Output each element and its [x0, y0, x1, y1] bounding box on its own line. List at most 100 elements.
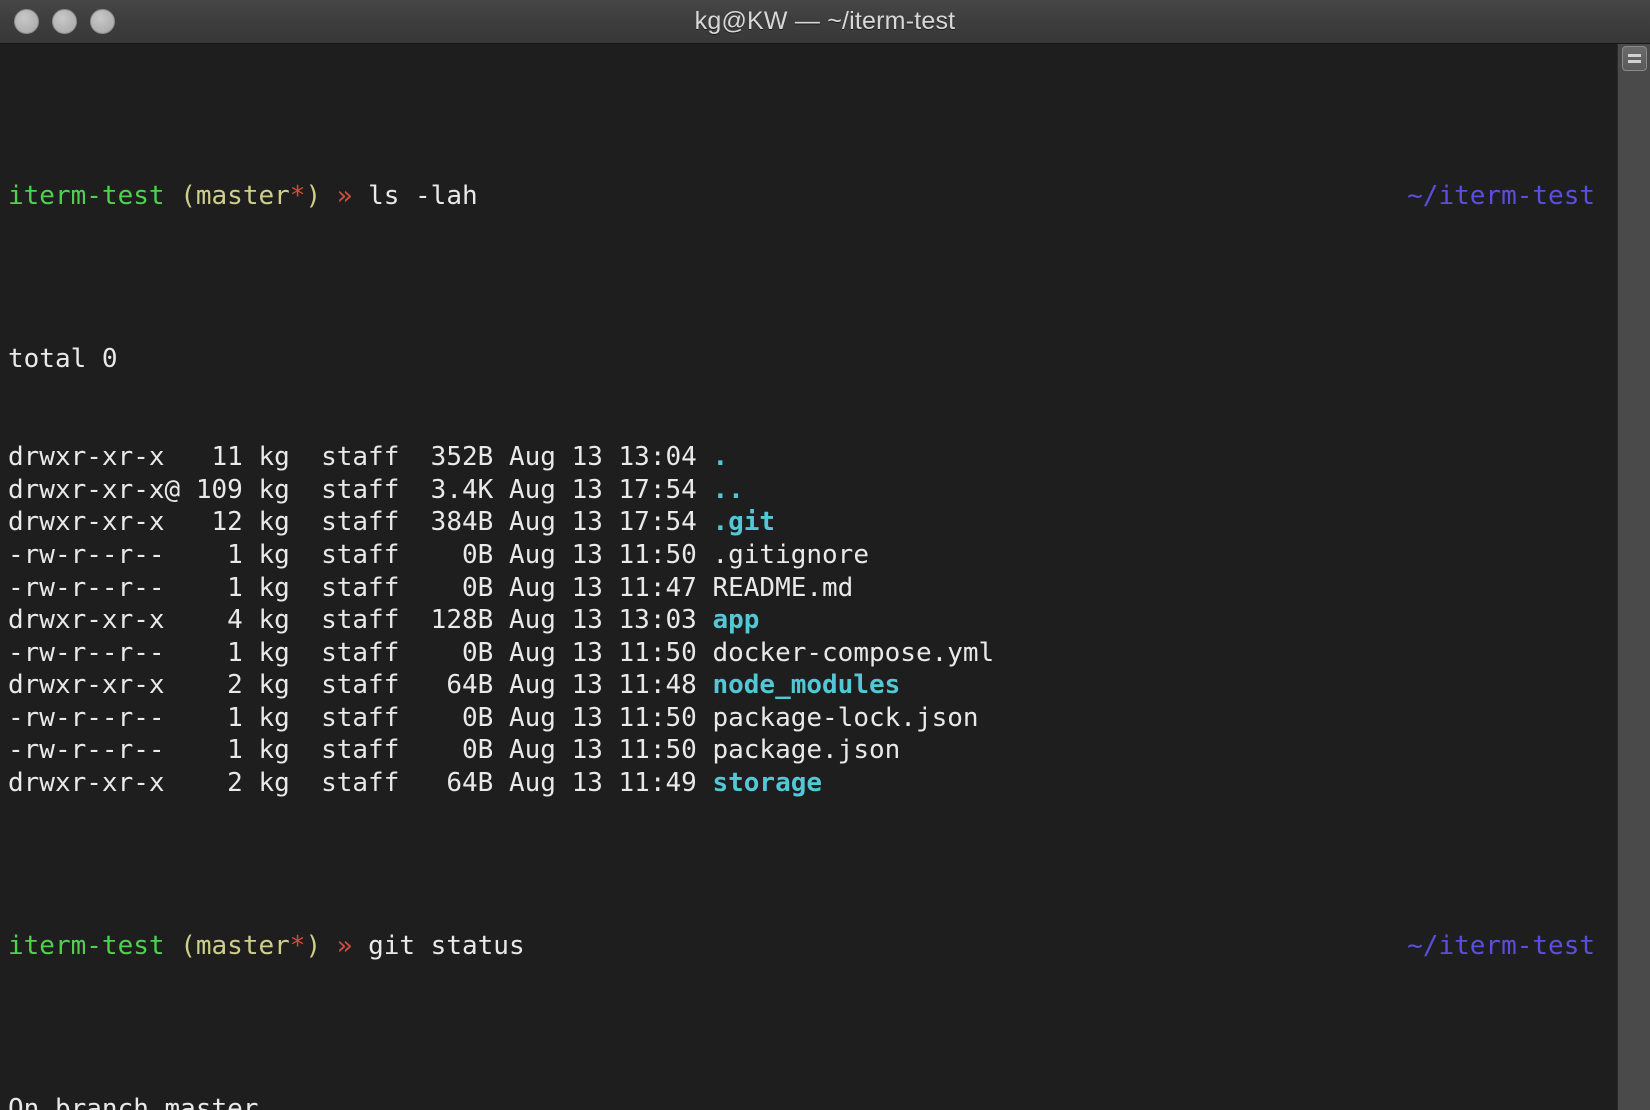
prompt-repo: iterm-test — [8, 931, 165, 962]
ls-entry-row: drwxr-xr-x 4 kg staff 128B Aug 13 13:03 … — [8, 604, 1617, 637]
ls-name: .. — [712, 474, 744, 505]
ls-owner: kg — [258, 474, 322, 505]
prompt-branch-open: (master — [180, 931, 290, 962]
ls-name: app — [712, 605, 760, 636]
terminal-body: iterm-test (master*) » ls -lah ~/iterm-te… — [0, 44, 1650, 1110]
ls-links: 109 — [180, 474, 259, 505]
ls-entry-row: -rw-r--r-- 1 kg staff 0B Aug 13 11:50 pa… — [8, 734, 1617, 767]
ls-owner: kg — [258, 442, 322, 473]
split-pane-icon[interactable] — [1622, 46, 1647, 71]
ls-date: Aug 13 11:50 — [508, 637, 713, 668]
ls-links: 1 — [180, 637, 259, 668]
ls-name: .gitignore — [712, 539, 869, 570]
ls-size: 0B — [430, 637, 509, 668]
window-title: kg@KW — ~/iterm-test — [694, 7, 956, 35]
ls-name: .git — [712, 507, 776, 538]
ls-size: 0B — [430, 735, 509, 766]
zoom-button-icon[interactable] — [90, 9, 115, 34]
ls-links: 1 — [180, 735, 259, 766]
ls-group: staff — [321, 572, 431, 603]
command-text-2: git status — [368, 931, 525, 962]
ls-owner: kg — [258, 768, 322, 799]
ls-perms: drwxr-xr-x — [8, 670, 181, 701]
ls-perms: -rw-r--r-- — [8, 702, 181, 733]
window-titlebar[interactable]: kg@KW — ~/iterm-test — [0, 0, 1650, 44]
ls-size: 0B — [430, 539, 509, 570]
ls-perms: drwxr-xr-x — [8, 768, 181, 799]
ls-perms: -rw-r--r-- — [8, 539, 181, 570]
terminal-screen[interactable]: iterm-test (master*) » ls -lah ~/iterm-te… — [0, 44, 1617, 1110]
ls-group: staff — [321, 670, 431, 701]
ls-owner: kg — [258, 572, 322, 603]
ls-owner: kg — [258, 670, 322, 701]
space-2 — [321, 181, 337, 211]
split-pane-bar-top — [1628, 54, 1641, 57]
ls-size: 3.4K — [430, 474, 509, 505]
ls-perms: -rw-r--r-- — [8, 637, 181, 668]
terminal-scrollbar[interactable] — [1617, 44, 1650, 1110]
ls-links: 1 — [180, 702, 259, 733]
ls-date: Aug 13 13:04 — [508, 442, 713, 473]
ls-group: staff — [321, 702, 431, 733]
ls-owner: kg — [258, 637, 322, 668]
ls-entry-row: drwxr-xr-x 12 kg staff 384B Aug 13 17:54… — [8, 506, 1617, 539]
prompt-branch-close: ) — [305, 181, 322, 212]
space-3 — [352, 181, 368, 211]
ls-date: Aug 13 11:50 — [508, 735, 713, 766]
prompt-branch-close: ) — [305, 931, 322, 962]
prompt-branch-dirty: * — [289, 931, 306, 962]
ls-name: package-lock.json — [712, 702, 979, 733]
ls-size: 0B — [430, 572, 509, 603]
ls-name: package.json — [712, 735, 901, 766]
ls-owner: kg — [258, 507, 322, 538]
ls-name: docker-compose.yml — [712, 637, 995, 668]
ls-entry-row: drwxr-xr-x@ 109 kg staff 3.4K Aug 13 17:… — [8, 474, 1617, 507]
git-branch-line: On branch master — [8, 1094, 259, 1110]
ls-entry-list: drwxr-xr-x 11 kg staff 352B Aug 13 13:04… — [8, 441, 1617, 800]
ls-links: 1 — [180, 572, 259, 603]
ls-size: 64B — [430, 670, 509, 701]
ls-entry-row: -rw-r--r-- 1 kg staff 0B Aug 13 11:47 RE… — [8, 572, 1617, 605]
split-pane-bar-bottom — [1628, 60, 1641, 63]
ls-entry-row: drwxr-xr-x 2 kg staff 64B Aug 13 11:48 n… — [8, 669, 1617, 702]
ls-date: Aug 13 13:03 — [508, 605, 713, 636]
ls-owner: kg — [258, 539, 322, 570]
ls-perms: drwxr-xr-x — [8, 442, 181, 473]
prompt-repo: iterm-test — [8, 181, 165, 212]
ls-entry-row: drwxr-xr-x 11 kg staff 352B Aug 13 13:04… — [8, 441, 1617, 474]
traffic-light-group — [14, 9, 115, 34]
ls-date: Aug 13 11:50 — [508, 539, 713, 570]
space-1 — [165, 181, 181, 211]
ls-size: 64B — [430, 768, 509, 799]
ls-date: Aug 13 17:54 — [508, 507, 713, 538]
prompt-right-path-2: ~/iterm-test — [1407, 931, 1595, 962]
prompt-line-1: iterm-test (master*) » ls -lah ~/iterm-te… — [8, 180, 1617, 213]
ls-owner: kg — [258, 735, 322, 766]
command-text-1: ls -lah — [368, 181, 478, 212]
ls-perms: drwxr-xr-x — [8, 605, 181, 636]
ls-perms: -rw-r--r-- — [8, 572, 181, 603]
ls-name: node_modules — [712, 670, 901, 701]
terminal-window: kg@KW — ~/iterm-test iterm-test (master*… — [0, 0, 1650, 1110]
prompt-line-2: iterm-test (master*) » git status ~/iterm… — [8, 930, 1617, 963]
ls-perms: drwxr-xr-x — [8, 507, 181, 538]
ls-name: README.md — [712, 572, 854, 603]
close-button-icon[interactable] — [14, 9, 39, 34]
ls-group: staff — [321, 442, 431, 473]
ls-perms: drwxr-xr-x@ — [8, 474, 181, 505]
ls-size: 0B — [430, 702, 509, 733]
prompt-branch-dirty: * — [289, 181, 306, 212]
ls-group: staff — [321, 474, 431, 505]
prompt-right-path-1: ~/iterm-test — [1407, 181, 1595, 212]
ls-size: 384B — [430, 507, 509, 538]
ls-name: storage — [712, 768, 823, 799]
ls-date: Aug 13 17:54 — [508, 474, 713, 505]
prompt-arrow: » — [336, 181, 353, 212]
space-4 — [165, 931, 181, 961]
ls-links: 11 — [180, 442, 259, 473]
minimize-button-icon[interactable] — [52, 9, 77, 34]
ls-perms: -rw-r--r-- — [8, 735, 181, 766]
prompt-branch-open: (master — [180, 181, 290, 212]
ls-links: 12 — [180, 507, 259, 538]
ls-group: staff — [321, 507, 431, 538]
